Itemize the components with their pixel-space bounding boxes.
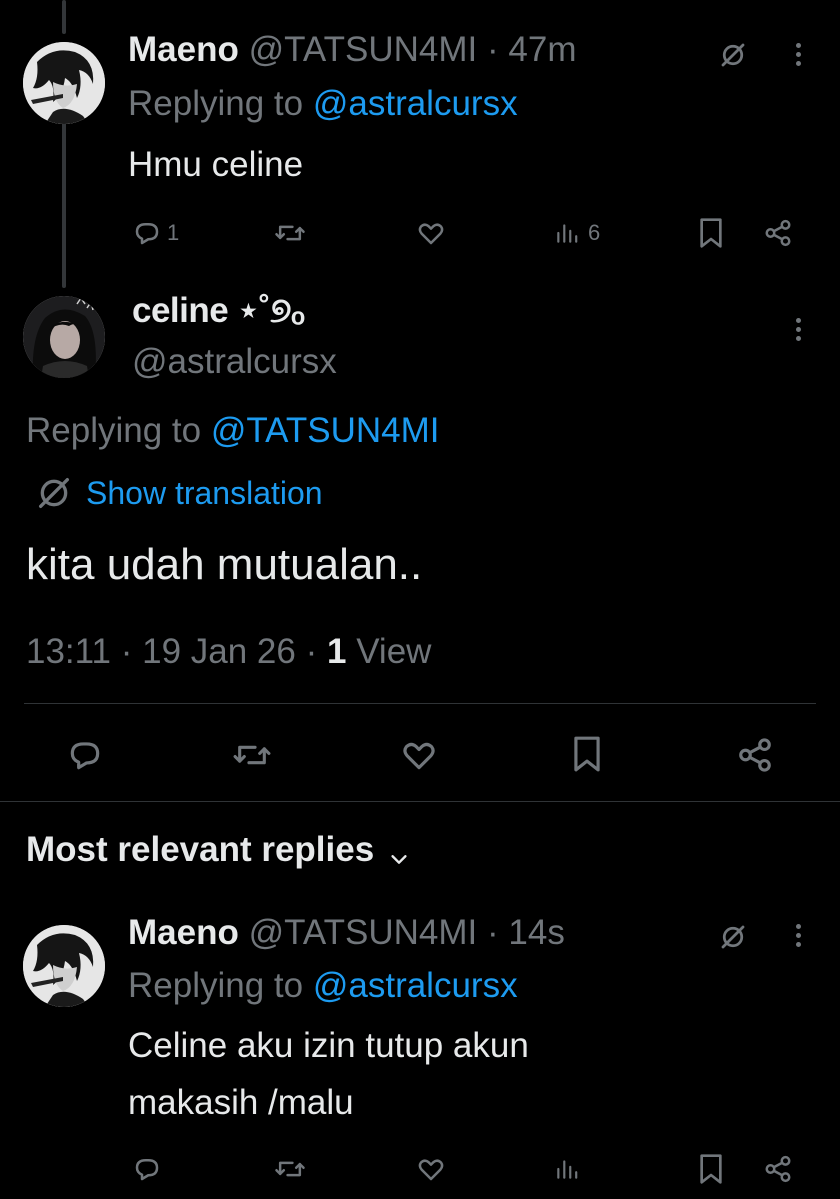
- like-icon[interactable]: [414, 216, 448, 250]
- views-icon[interactable]: [552, 1154, 582, 1184]
- tweet-text-line-2: makasih /malu: [128, 1083, 354, 1122]
- translate-icon[interactable]: [716, 38, 750, 72]
- divider: [24, 703, 816, 704]
- retweet-icon[interactable]: [272, 216, 308, 250]
- avatar-maeno[interactable]: [23, 42, 105, 124]
- more-icon[interactable]: [796, 43, 804, 70]
- avatar-maeno[interactable]: [23, 925, 105, 1007]
- view-count: 1: [327, 632, 347, 671]
- bookmark-icon[interactable]: [694, 1151, 728, 1187]
- replying-handle-link[interactable]: @astralcursx: [313, 966, 518, 1005]
- reply-icon[interactable]: [64, 734, 106, 776]
- reply-icon[interactable]: [130, 1152, 164, 1186]
- tweet-date: 19 Jan 26: [142, 632, 296, 671]
- views-icon[interactable]: [552, 218, 582, 248]
- bookmark-icon[interactable]: [567, 732, 607, 776]
- view-label: View: [356, 632, 432, 671]
- tweet-time: 13:11: [26, 632, 111, 671]
- tweet-text: kita udah mutualan..: [26, 540, 423, 589]
- reply-icon[interactable]: [130, 216, 164, 250]
- retweet-icon[interactable]: [230, 734, 274, 776]
- replying-handle-link[interactable]: @TATSUN4MI: [211, 411, 440, 450]
- more-icon[interactable]: [796, 318, 804, 345]
- retweet-icon[interactable]: [272, 1152, 308, 1186]
- divider: [0, 801, 840, 802]
- view-count: 6: [588, 220, 601, 245]
- author-handle[interactable]: @TATSUN4MI: [249, 913, 478, 952]
- like-icon[interactable]: [414, 1152, 448, 1186]
- replying-prefix: Replying to: [128, 84, 304, 123]
- like-icon[interactable]: [398, 734, 440, 776]
- author-name[interactable]: Maeno: [128, 913, 239, 952]
- translate-icon[interactable]: [716, 920, 750, 954]
- thread-line-top: [62, 0, 66, 34]
- tweet-time: · 47m: [487, 30, 577, 69]
- tweet-text-line-1: Celine aku izin tutup akun: [128, 1026, 529, 1065]
- translate-icon: [34, 473, 74, 513]
- tweet-time: · 14s: [487, 913, 565, 952]
- replies-sort-label: Most relevant replies: [26, 830, 375, 869]
- author-handle[interactable]: @TATSUN4MI: [249, 30, 478, 69]
- author-name[interactable]: Maeno: [128, 30, 239, 69]
- show-translation-label: Show translation: [86, 474, 323, 511]
- replying-prefix: Replying to: [26, 411, 202, 450]
- avatar-celine[interactable]: [23, 296, 105, 378]
- author-name[interactable]: celine ⋆˚୭ₒ: [132, 291, 305, 331]
- share-icon[interactable]: [761, 1152, 795, 1186]
- tweet-text: Hmu celine: [128, 145, 304, 184]
- more-icon[interactable]: [796, 924, 804, 951]
- show-translation-link[interactable]: Show translation: [34, 473, 323, 513]
- replies-sort-dropdown[interactable]: Most relevant replies: [26, 830, 410, 870]
- reply-count: 1: [167, 220, 180, 245]
- author-handle[interactable]: @astralcursx: [132, 342, 337, 382]
- thread-line-connector: [62, 122, 66, 288]
- replying-prefix: Replying to: [128, 966, 304, 1005]
- chevron-down-icon: [388, 839, 410, 864]
- share-icon[interactable]: [761, 216, 795, 250]
- bookmark-icon[interactable]: [694, 215, 728, 251]
- replying-handle-link[interactable]: @astralcursx: [313, 84, 518, 123]
- share-icon[interactable]: [734, 734, 776, 776]
